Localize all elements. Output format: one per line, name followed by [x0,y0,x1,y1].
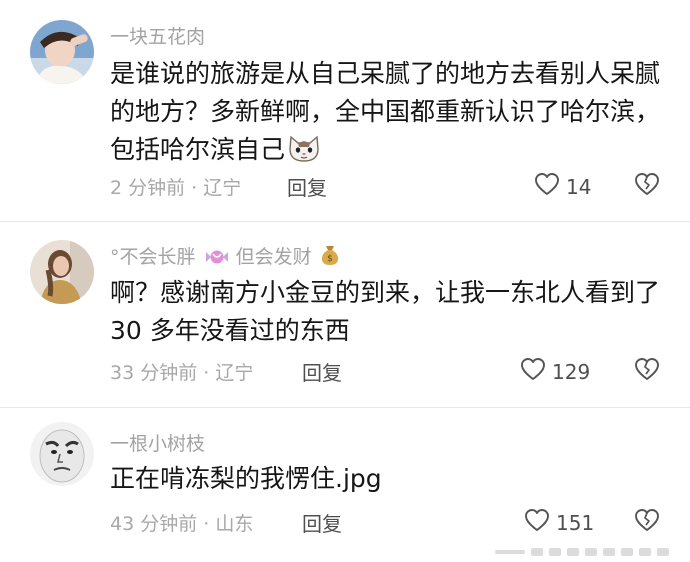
money-bag-emoji: $ [320,244,340,271]
cat-face-emoji [287,133,321,174]
heart-outline-icon [534,172,560,201]
reply-button[interactable]: 回复 [302,508,342,537]
like-count: 14 [566,174,592,199]
comment-meta: 43 分钟前 · 山东 [110,513,254,535]
username-part: °不会长胖 [110,246,196,268]
like-count: 129 [552,359,591,384]
comment-text: 是谁说的旅游是从自己呆腻了的地方去看别人呆腻的地方？多新鲜啊，全中国都重新认识了… [110,55,670,174]
like-count: 151 [556,510,595,535]
comment-item: 一根小树枝 正在啃冻梨的我愣住.jpg 43 分钟前 · 山东 回复 151 [0,408,690,562]
username[interactable]: 一根小树枝 [110,429,205,456]
candy-emoji [204,248,230,271]
like-button[interactable]: 129 [520,357,590,386]
reply-button[interactable]: 回复 [287,172,327,201]
svg-text:$: $ [327,254,333,264]
heart-outline-icon [524,508,550,537]
comment-item: 一块五花肉 是谁说的旅游是从自己呆腻了的地方去看别人呆腻的地方？多新鲜啊，全中国… [0,0,690,222]
dislike-button[interactable] [634,357,660,383]
broken-heart-outline-icon [634,509,660,536]
broken-heart-outline-icon [634,173,660,200]
reply-button[interactable]: 回复 [302,357,342,386]
comment-text: 正在啃冻梨的我愣住.jpg [110,464,382,493]
heart-outline-icon [520,357,546,386]
comment-meta: 33 分钟前 · 辽宁 [110,362,254,384]
avatar[interactable] [30,422,94,486]
username-part: 但会发财 [235,246,312,268]
avatar[interactable] [30,20,94,84]
avatar[interactable] [30,240,94,304]
dislike-button[interactable] [634,508,660,534]
like-button[interactable]: 14 [534,172,591,201]
broken-heart-outline-icon [634,358,660,385]
comment-text: 啊？感谢南方小金豆的到来，让我一东北人看到了 30 多年没看过的东西 [110,278,661,345]
comment-meta: 2 分钟前 · 辽宁 [110,177,242,199]
like-button[interactable]: 151 [524,508,594,537]
watermark [495,543,685,556]
comment-item: °不会长胖 但会发财 $ 啊？感谢南方小金豆的到来，让我一东北人看到了 30 多… [0,222,690,408]
username[interactable]: 一块五花肉 [110,22,205,49]
username[interactable]: °不会长胖 但会发财 $ [110,242,340,271]
dislike-button[interactable] [634,172,660,198]
